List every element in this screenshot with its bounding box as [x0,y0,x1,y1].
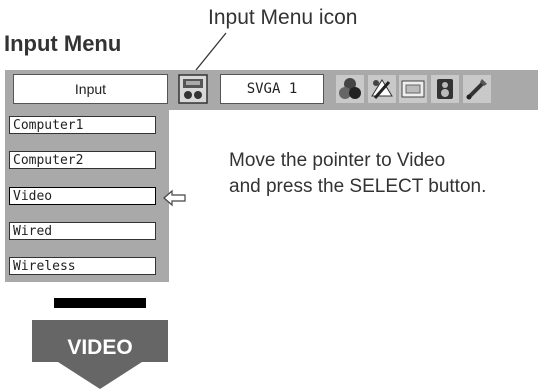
submenu-item-wireless[interactable]: Wireless [9,257,156,275]
submenu-item-wired[interactable]: Wired [9,222,156,240]
page-title: Input Menu [4,31,122,56]
input-menu-label: Input [13,74,168,104]
submenu-item-computer1[interactable]: Computer1 [9,116,156,134]
color-icon[interactable] [335,74,365,104]
screen-icon[interactable] [398,74,428,104]
sound-icon[interactable] [430,74,460,104]
input-menu-icon[interactable] [178,74,208,104]
submenu-item-video[interactable]: Video [9,187,156,205]
pointer-arrow-icon [163,189,186,207]
video-arrow-label: VIDEO [67,336,133,359]
image-adjust-icon[interactable] [367,74,397,104]
input-menu-icon-callout: Input Menu icon [208,6,358,29]
input-mode-label: SVGA 1 [220,74,324,104]
instruction-line-1: Move the pointer to Video [229,150,446,171]
instruction-line-2: and press the SELECT button. [229,176,487,197]
setting-icon[interactable] [462,74,492,104]
arrow-bar [54,298,146,308]
submenu-item-computer2[interactable]: Computer2 [9,151,156,169]
